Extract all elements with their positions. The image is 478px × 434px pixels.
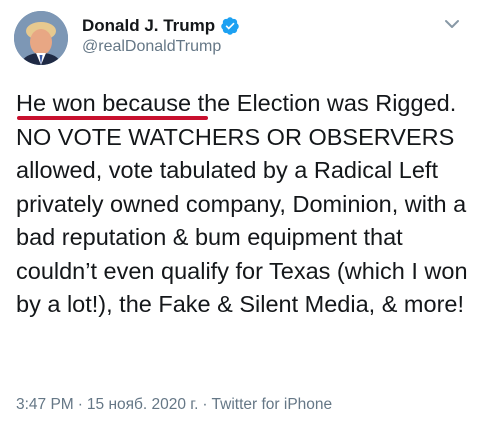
tweet-text: He won because the Election was Rigged. … <box>16 90 475 317</box>
handle[interactable]: @realDonaldTrump <box>82 38 221 56</box>
tweet-meta: 3:47 PM · 15 нояб. 2020 г. · Twitter for iPh… <box>16 396 332 414</box>
tweet-date[interactable]: 15 нояб. 2020 г. <box>87 396 198 413</box>
tweet-source[interactable]: Twitter for iPhone <box>212 396 333 413</box>
display-name[interactable]: Donald J. Trump <box>82 16 215 36</box>
profile-photo-icon <box>14 11 68 65</box>
chevron-down-icon[interactable] <box>442 14 462 34</box>
meta-separator-2: · <box>202 396 208 413</box>
tweet-card: Donald J. Trump @realDonaldTrump He won … <box>0 0 478 434</box>
meta-separator: · <box>77 396 83 413</box>
verified-badge-icon <box>220 16 240 36</box>
name-row: Donald J. Trump <box>82 15 240 37</box>
avatar[interactable] <box>14 11 68 65</box>
tweet-time[interactable]: 3:47 PM <box>16 396 74 413</box>
